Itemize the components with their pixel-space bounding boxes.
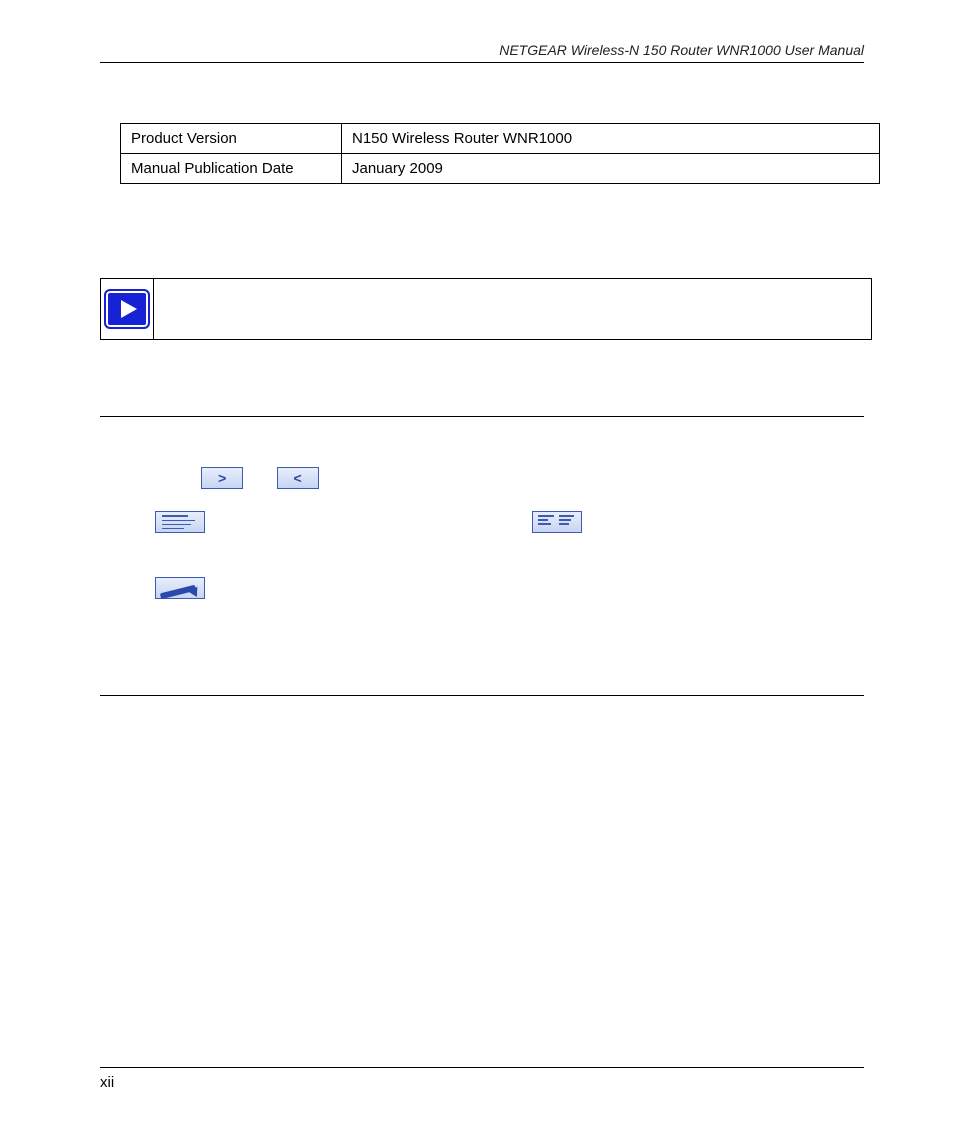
list-item: Links to PDF versions of the full manual… (124, 621, 864, 643)
footer-version: v1.0, January 2009 (100, 1093, 864, 1105)
footer-section: About This Manual (756, 1076, 864, 1091)
subsection-heading: How to Print This Manual (100, 665, 864, 687)
next-page-button[interactable]: > (201, 467, 243, 489)
toc-icon (156, 512, 204, 532)
info-table: Product Version N150 Wireless Router WNR… (120, 123, 880, 184)
print-intro: To print this manual, you can choose one… (100, 710, 864, 730)
page-number: xii (100, 1074, 114, 1091)
subsection-rule (100, 695, 864, 696)
print-list: Printing a page from HTML . Each page in… (124, 746, 864, 790)
header-rule (100, 62, 864, 63)
footer-rule (100, 1067, 864, 1068)
text: A (142, 579, 155, 596)
text: Links to PDF versions of the full manual… (142, 623, 568, 640)
list-item: A button to access the full NETGEAR, Inc… (124, 577, 864, 599)
chevron-right-icon: > (218, 468, 226, 488)
note-box: Note: Product updates are available on t… (100, 278, 872, 340)
list-item: Buttons, > and < , for browsing forward … (124, 467, 864, 489)
kb-tip-icon (189, 584, 202, 597)
index-button[interactable] (532, 511, 582, 533)
cell-label: Product Version (121, 124, 342, 154)
page: NETGEAR Wireless-N 150 Router WNR1000 Us… (0, 0, 954, 1145)
index-icon (533, 512, 581, 532)
text: button to access the full NETGEAR, Inc. … (210, 579, 784, 596)
note-heading: Note: (168, 290, 206, 307)
cell-value: January 2009 (342, 154, 880, 184)
running-header: NETGEAR Wireless-N 150 Router WNR1000 Us… (100, 42, 864, 58)
text: Buttons, (142, 469, 201, 486)
section-rule (100, 416, 864, 417)
text: , for browsing forward or backward throu… (323, 469, 819, 486)
note-arrow-icon (104, 289, 150, 329)
knowledge-base-button[interactable] (155, 577, 205, 599)
list-item: A button that displays the table of cont… (124, 511, 864, 555)
section-intro: The HTML version of this manual includes… (100, 431, 864, 451)
text: and (247, 469, 276, 486)
text: button that displays the table of conten… (210, 513, 533, 530)
note-icon-cell (101, 279, 154, 339)
toc-button[interactable] (155, 511, 205, 533)
print-bullet-label: Printing a page from HTML (142, 748, 334, 765)
list-item: Printing a page from HTML . Each page in… (124, 746, 864, 790)
prev-page-button[interactable]: < (277, 467, 319, 489)
chevron-left-icon: < (293, 468, 301, 488)
table-row: Manual Publication Date January 2009 (121, 154, 880, 184)
note-body: Product updates are available on the NET… (211, 290, 855, 307)
section-heading: How to Use This Manual (100, 384, 864, 410)
cell-value: N150 Wireless Router WNR1000 (342, 124, 880, 154)
text: A (142, 513, 155, 530)
cell-label: Manual Publication Date (121, 154, 342, 184)
table-row: Product Version N150 Wireless Router WNR… (121, 124, 880, 154)
footer: xii About This Manual v1.0, January 2009 (100, 1067, 864, 1105)
note-text: Note: Product updates are available on t… (154, 279, 871, 339)
feature-list: Buttons, > and < , for browsing forward … (124, 467, 864, 643)
